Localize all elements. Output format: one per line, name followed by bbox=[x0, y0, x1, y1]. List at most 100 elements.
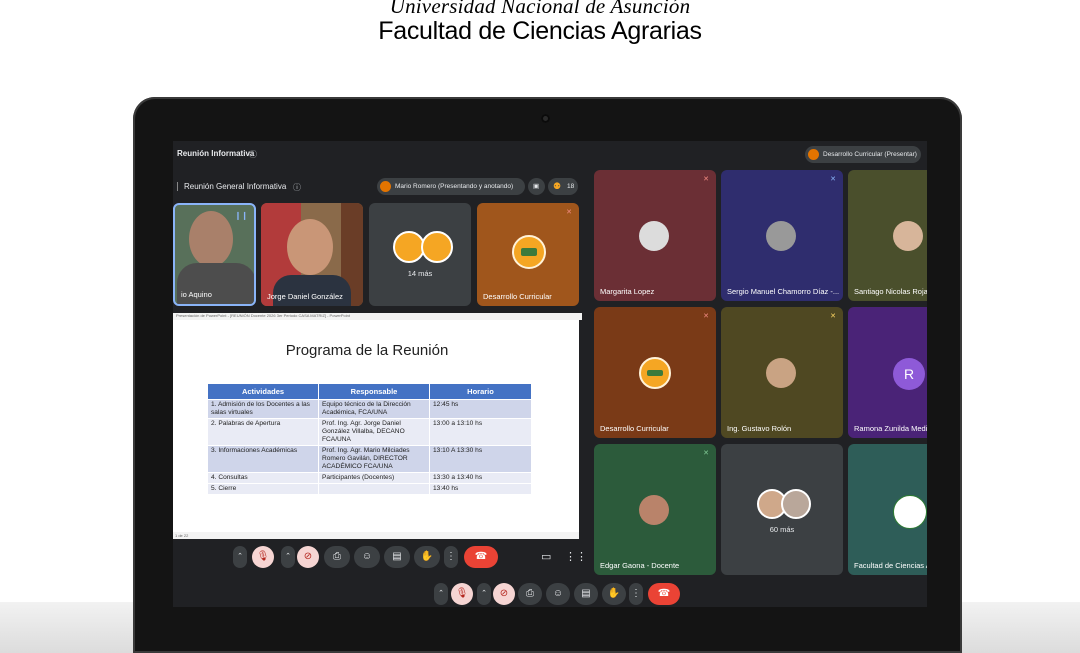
table-cell: 2. Palabras de Apertura bbox=[207, 418, 319, 446]
table-cell: 1. Admisión de los Docentes a las salas … bbox=[207, 399, 319, 419]
participant-name: Margarita Lopez bbox=[600, 287, 655, 296]
faculty-logo bbox=[893, 495, 927, 529]
raise-hand-button[interactable]: ✋ bbox=[602, 583, 626, 605]
participant-tile[interactable]: Santiago Nicolas Rojas bbox=[848, 170, 927, 301]
window-title: Reunión Informativa bbox=[177, 149, 255, 158]
more-count: 14 más bbox=[407, 269, 433, 278]
participant-avatar bbox=[639, 495, 669, 525]
captions-button[interactable]: ▤ bbox=[384, 546, 410, 568]
people-button[interactable]: ⚉ 18 bbox=[548, 178, 578, 195]
table-row: 1. Admisión de los Docentes a las salas … bbox=[207, 399, 532, 419]
leave-call-button[interactable]: ☎ bbox=[648, 583, 680, 605]
participant-avatar bbox=[639, 221, 669, 251]
participant-photo bbox=[287, 219, 333, 275]
faculty-logo bbox=[639, 357, 671, 389]
apps-grid-icon[interactable]: ⋮⋮ bbox=[565, 550, 587, 563]
table-cell: 3. Informaciones Académicas bbox=[207, 445, 319, 473]
mic-off-icon: ✕ bbox=[703, 176, 709, 183]
table-header: Horario bbox=[429, 383, 532, 400]
table-cell: 4. Consultas bbox=[207, 472, 319, 484]
faculty-name: Facultad de Ciencias Agrarias bbox=[378, 17, 702, 45]
mic-off-button[interactable]: 🎙 bbox=[252, 546, 274, 568]
captions-button[interactable]: ▤ bbox=[574, 583, 598, 605]
table-cell: 12:45 hs bbox=[429, 399, 532, 419]
participant-initial: R bbox=[893, 358, 925, 390]
presentation-status-bar: 1 de 22 bbox=[173, 532, 579, 539]
slide-title: Programa de la Reunión bbox=[285, 342, 449, 359]
slide-canvas: Programa de la Reunión Actividades Respo… bbox=[177, 320, 557, 532]
mic-off-button[interactable]: 🎙 bbox=[451, 583, 473, 605]
participant-name: Facultad de Ciencias A bbox=[854, 561, 927, 570]
table-row: 5. Cierre 13:40 hs bbox=[207, 483, 532, 495]
people-icon: ⚉ bbox=[553, 181, 562, 191]
chat-icon[interactable]: ▭ bbox=[541, 550, 551, 563]
participant-suit bbox=[273, 275, 351, 306]
table-cell: 13:40 hs bbox=[429, 483, 532, 495]
layout-icon[interactable]: ▣ bbox=[528, 178, 545, 195]
present-button[interactable]: ⎙ bbox=[324, 546, 350, 568]
participant-avatar bbox=[766, 358, 796, 388]
info-icon[interactable]: ⓘ bbox=[249, 149, 257, 160]
participant-name: Edgar Gaona - Docente bbox=[600, 561, 680, 570]
more-count: 60 más bbox=[769, 525, 795, 534]
participant-tile[interactable]: R Ramona Zunilda Medin bbox=[848, 307, 927, 438]
webcam bbox=[541, 114, 550, 123]
table-cell: Equipo técnico de la Dirección Académica… bbox=[318, 399, 430, 419]
table-row: 3. Informaciones Académicas Prof. Ing. A… bbox=[207, 445, 532, 473]
table-cell: 13:00 a 13:10 hs bbox=[429, 418, 532, 446]
mic-off-icon: ✕ bbox=[703, 313, 709, 320]
mic-off-icon: ✕ bbox=[566, 209, 572, 216]
participant-avatar bbox=[893, 221, 923, 251]
participant-tile[interactable]: ✕ Margarita Lopez bbox=[594, 170, 716, 301]
participant-name: Jorge Daniel González bbox=[267, 292, 343, 301]
camera-off-button[interactable]: ⊘ bbox=[297, 546, 319, 568]
leave-call-button[interactable]: ☎ bbox=[464, 546, 498, 568]
emoji-button[interactable]: ☺ bbox=[546, 583, 570, 605]
participant-tile[interactable]: Jorge Daniel González bbox=[261, 203, 363, 306]
emoji-button[interactable]: ☺ bbox=[354, 546, 380, 568]
participant-name: Ing. Gustavo Rolón bbox=[727, 424, 792, 433]
raise-hand-button[interactable]: ✋ bbox=[414, 546, 440, 568]
chevron-up-icon[interactable]: ⌃ bbox=[434, 583, 448, 605]
more-participants-tile[interactable]: 14 más bbox=[369, 203, 471, 306]
participant-tile[interactable]: ❙❙ io Aquino bbox=[173, 203, 256, 306]
chevron-up-icon[interactable]: ⌃ bbox=[233, 546, 247, 568]
chevron-up-icon[interactable]: ⌃ bbox=[477, 583, 491, 605]
mic-off-icon: ✕ bbox=[830, 313, 836, 320]
table-header: Responsable bbox=[318, 383, 430, 400]
table-header: Actividades bbox=[207, 383, 319, 400]
table-cell: Prof. Ing. Agr. Jorge Daniel González Vi… bbox=[318, 418, 430, 446]
chevron-up-icon[interactable]: ⌃ bbox=[281, 546, 295, 568]
avatar bbox=[380, 181, 391, 192]
more-participants-tile[interactable]: 60 más bbox=[721, 444, 843, 575]
more-options-button[interactable]: ⋮ bbox=[629, 583, 643, 605]
more-options-button[interactable]: ⋮ bbox=[444, 546, 458, 568]
table-cell: 13:10 A 13:30 hs bbox=[429, 445, 532, 473]
avatar bbox=[781, 489, 811, 519]
participant-tile[interactable]: ✕ Desarrollo Curricular bbox=[594, 307, 716, 438]
present-button[interactable]: ⎙ bbox=[518, 583, 542, 605]
participant-tile[interactable]: ✕ Sergio Manuel Chamorro Díaz -... bbox=[721, 170, 843, 301]
presenter-chip[interactable]: Mario Romero (Presentando y anotando) bbox=[377, 178, 525, 195]
speaking-icon: ❙❙ bbox=[234, 211, 248, 220]
shared-presentation: Presentación de PowerPoint - [REUNIÓN Do… bbox=[173, 313, 582, 539]
presentation-app-bar: Presentación de PowerPoint - [REUNIÓN Do… bbox=[173, 313, 582, 320]
faculty-logo bbox=[512, 235, 546, 269]
participant-tile[interactable]: ✕ Desarrollo Curricular bbox=[477, 203, 579, 306]
table-cell: 13:30 a 13:40 hs bbox=[429, 472, 532, 484]
table-row: 4. Consultas Participantes (Docentes) 13… bbox=[207, 472, 532, 484]
camera-off-button[interactable]: ⊘ bbox=[493, 583, 515, 605]
participant-tile[interactable]: ✕ Ing. Gustavo Rolón bbox=[721, 307, 843, 438]
presenting-chip[interactable]: Desarrollo Curricular (Presentar) bbox=[805, 146, 921, 163]
participant-name: Santiago Nicolas Rojas bbox=[854, 287, 927, 296]
table-row: 2. Palabras de Apertura Prof. Ing. Agr. … bbox=[207, 418, 532, 446]
meeting-info-icon[interactable]: ⓘ bbox=[293, 182, 301, 193]
meeting-title: Reunión General Informativa bbox=[177, 182, 286, 191]
participant-tile[interactable]: ✕ Edgar Gaona - Docente bbox=[594, 444, 716, 575]
laptop-screen: Reunión Informativa ⓘ Desarrollo Curricu… bbox=[173, 141, 927, 607]
mic-off-icon: ✕ bbox=[703, 450, 709, 457]
table-cell: 5. Cierre bbox=[207, 483, 319, 495]
participant-tile[interactable]: Facultad de Ciencias A bbox=[848, 444, 927, 575]
participant-count: 18 bbox=[567, 183, 575, 190]
participant-photo bbox=[189, 211, 233, 267]
